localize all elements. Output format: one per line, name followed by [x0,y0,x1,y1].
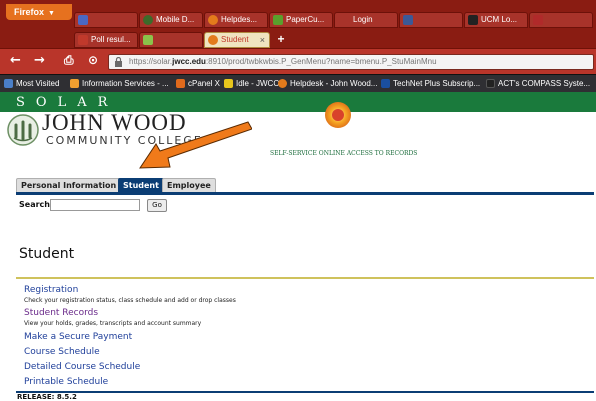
forward-icon[interactable]: → [34,54,45,67]
firefox-menu-button[interactable]: Firefox ▼ [6,4,72,20]
tab-employee[interactable]: Employee [162,178,216,193]
menu-description: Check your registration status, class sc… [24,297,236,304]
solar-sun-icon [325,102,351,128]
menu-link-student-records[interactable]: Student Records [24,308,98,318]
browser-tab-label: Poll resul... [91,35,131,44]
bookmark-label: Helpdesk - John Wood... [290,79,378,88]
bookmark-item[interactable]: ACT's COMPASS Syste... [486,77,590,90]
menu-link-detailed-course-schedule[interactable]: Detailed Course Schedule [24,362,140,372]
technet-icon [381,79,390,88]
tab-favicon-icon [143,35,153,45]
tab-personal-information[interactable]: Personal Information [16,178,122,193]
home-icon[interactable]: ⊙ [88,54,98,67]
close-icon[interactable]: × [260,33,265,47]
bookmark-label: Most Visited [16,79,60,88]
bookmark-icon [278,79,287,88]
browser-tab-label: Helpdes... [221,15,258,24]
bookmark-item[interactable]: cPanel X [176,77,220,90]
bookmark-icon [4,79,13,88]
tab-favicon-icon [143,15,153,25]
tab-favicon-icon [468,15,478,25]
divider [16,277,594,279]
bookmark-label: Idle - JWCC [236,79,280,88]
browser-nav-bar: ← → ⎙ ⊙ https://solar.jwcc.edu:8910/prod… [0,48,596,74]
solar-wordmark: SOLAR [16,95,119,110]
bookmark-label: ACT's COMPASS Syste... [498,79,591,88]
menu-link-printable-schedule[interactable]: Printable Schedule [24,377,108,387]
new-tab-button[interactable]: + [273,33,289,47]
bookmark-item[interactable]: Helpdesk - John Wood... [278,77,377,90]
browser-tab-label: Student [221,35,249,44]
tab-student[interactable]: Student [118,178,164,193]
browser-tab[interactable]: Mobile D... [139,12,203,28]
url-prefix: https://solar. [129,57,173,66]
browser-tab-bar: Firefox ▼ Mobile D... Helpdes... PaperCu.… [0,0,596,33]
bookmark-item[interactable]: Most Visited [4,77,59,90]
browser-tab-bar-row2: Poll resul... Student × [0,31,596,48]
browser-tab[interactable] [74,12,138,28]
tagline: SELF-SERVICE ONLINE ACCESS TO RECORDS [270,150,418,157]
tab-favicon-icon [78,15,88,25]
menu-link-course-schedule[interactable]: Course Schedule [24,347,100,357]
bookmark-label: cPanel X [188,79,221,88]
browser-tab-label: UCM Lo... [481,15,518,24]
bookmark-icon [224,79,233,88]
go-button[interactable]: Go [147,199,167,212]
bookmarks-bar: Most Visited Information Services - ... … [0,74,596,92]
callout-arrow-icon [139,121,252,169]
browser-tab-label: Mobile D... [156,15,195,24]
college-logo-icon [7,114,39,146]
bookmark-label: Information Services - ... [82,79,169,88]
bookmark-item[interactable]: Information Services - ... [70,77,169,90]
bookmark-item[interactable]: TechNet Plus Subscrip... [381,77,480,90]
tab-favicon-icon [273,15,283,25]
tab-favicon-icon [533,15,543,25]
facebook-icon [403,15,413,25]
browser-tab[interactable] [529,12,593,28]
page-title: Student [19,246,75,262]
browser-tab-active[interactable]: Student × [204,32,270,48]
bookmark-icon [70,79,79,88]
browser-tab[interactable] [399,12,463,28]
menu-link-registration[interactable]: Registration [24,285,78,295]
browser-tab[interactable] [139,32,203,48]
browser-tab[interactable]: Login [334,12,398,28]
url-domain: jwcc.edu [172,57,206,66]
menu-link-secure-payment[interactable]: Make a Secure Payment [24,332,132,342]
tab-favicon-icon [208,15,218,25]
tab-favicon-icon [208,35,218,45]
lock-icon [115,57,122,67]
bookmark-icon [486,79,495,88]
firefox-menu-label: Firefox [14,7,45,17]
browser-tab-label: PaperCu... [286,15,325,24]
menu-description: View your holds, grades, transcripts and… [24,320,202,327]
browser-tab[interactable]: Helpdes... [204,12,268,28]
url-path: :8910/prod/twbkwbis.P_GenMenu?name=bmenu… [205,57,437,66]
cpanel-icon [176,79,185,88]
browser-tab[interactable]: PaperCu... [269,12,333,28]
search-input[interactable] [50,199,140,211]
url-bar[interactable]: https://solar.jwcc.edu:8910/prod/twbkwbi… [108,54,594,70]
release-version: RELEASE: 8.5.2 [17,393,77,401]
print-icon[interactable]: ⎙ [64,54,74,67]
browser-tab[interactable]: Poll resul... [74,32,138,48]
browser-tab-label: Login [353,15,373,24]
back-icon[interactable]: ← [10,54,21,67]
search-label: Search [19,200,50,209]
tab-underline [16,192,594,195]
chevron-down-icon: ▼ [48,10,55,17]
browser-tab[interactable]: UCM Lo... [464,12,528,28]
bookmark-item[interactable]: Idle - JWCC [224,77,279,90]
bookmark-label: TechNet Plus Subscrip... [393,79,481,88]
poll-icon [78,35,88,45]
footer-divider [16,391,594,393]
